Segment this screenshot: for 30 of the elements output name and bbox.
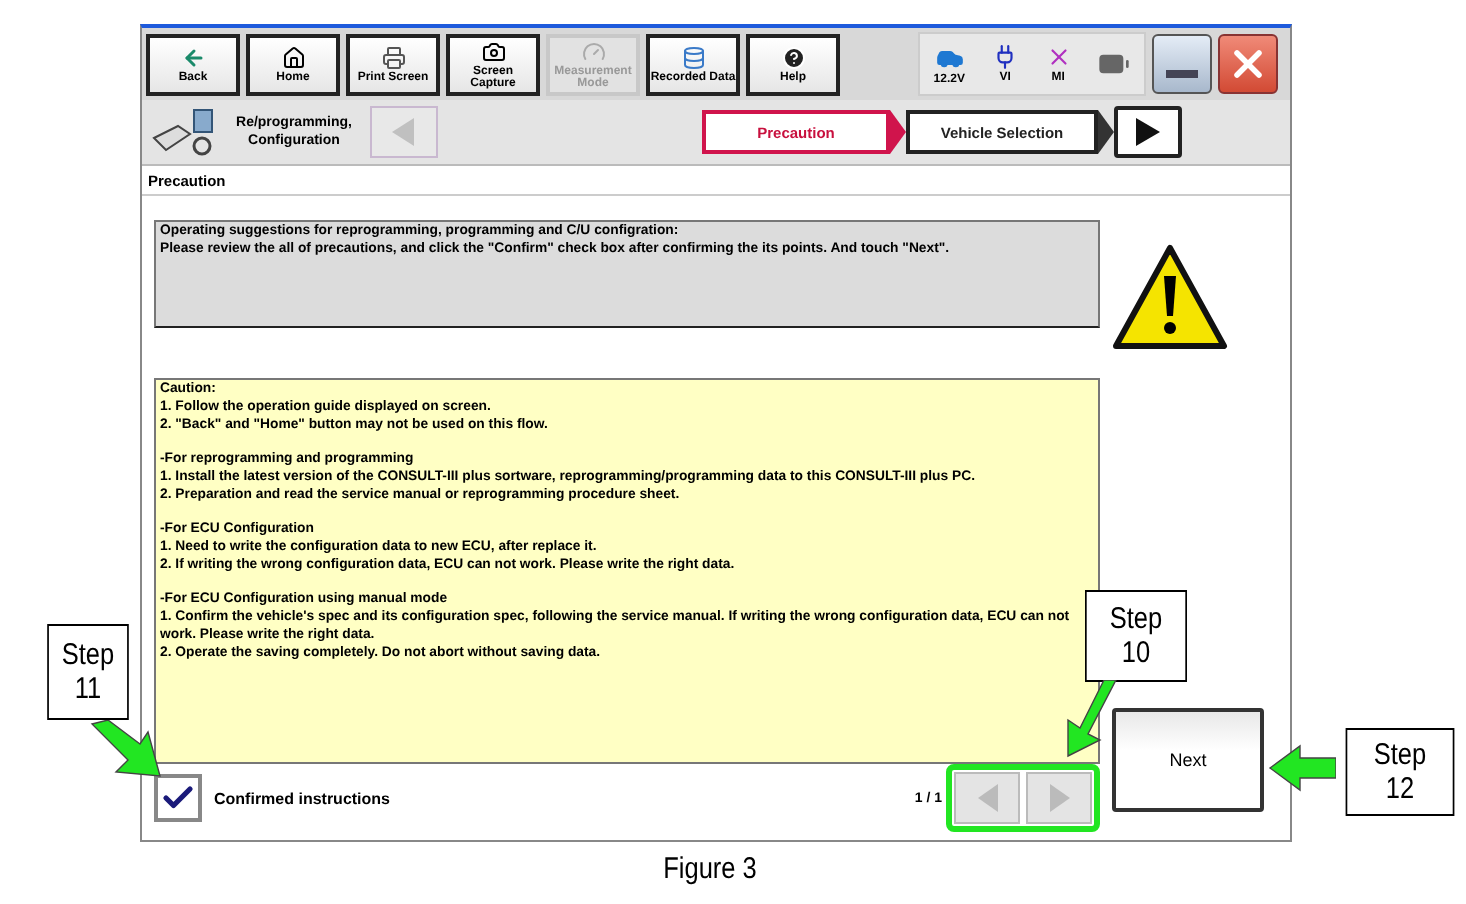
printer-icon [381, 45, 405, 69]
chevron-icon [890, 110, 906, 154]
step-callout: Step 11 [47, 624, 129, 720]
confirm-checkbox[interactable] [154, 774, 202, 822]
confirm-label: Confirmed instructions [214, 789, 391, 807]
triangle-left-icon [977, 784, 997, 812]
step-callout: Step 10 [1085, 590, 1187, 682]
warning-icon [1112, 244, 1228, 352]
minimize-icon [1166, 70, 1198, 78]
database-icon [681, 45, 705, 69]
arrow-icon [88, 720, 164, 780]
triangle-right-icon [1049, 784, 1069, 812]
help-icon [781, 45, 805, 69]
cross-icon [1045, 44, 1072, 70]
figure-caption: Figure 3 [661, 852, 759, 886]
arrow-left-icon [181, 45, 205, 69]
next-button[interactable]: Next [1112, 708, 1264, 812]
arrow-icon [1268, 742, 1336, 794]
forward-arrow-button[interactable] [1114, 106, 1182, 158]
camera-icon [481, 39, 505, 63]
minimize-button[interactable] [1152, 34, 1212, 94]
tool-drawing [150, 106, 218, 158]
chevron-icon [1098, 110, 1114, 154]
plug-icon [992, 44, 1019, 70]
triangle-left-icon [392, 118, 416, 146]
gauge-icon [581, 39, 605, 63]
triangle-right-icon [1136, 118, 1160, 146]
house-icon [281, 45, 305, 69]
close-button[interactable] [1218, 34, 1278, 94]
step-callout: Step 12 [1345, 728, 1455, 816]
